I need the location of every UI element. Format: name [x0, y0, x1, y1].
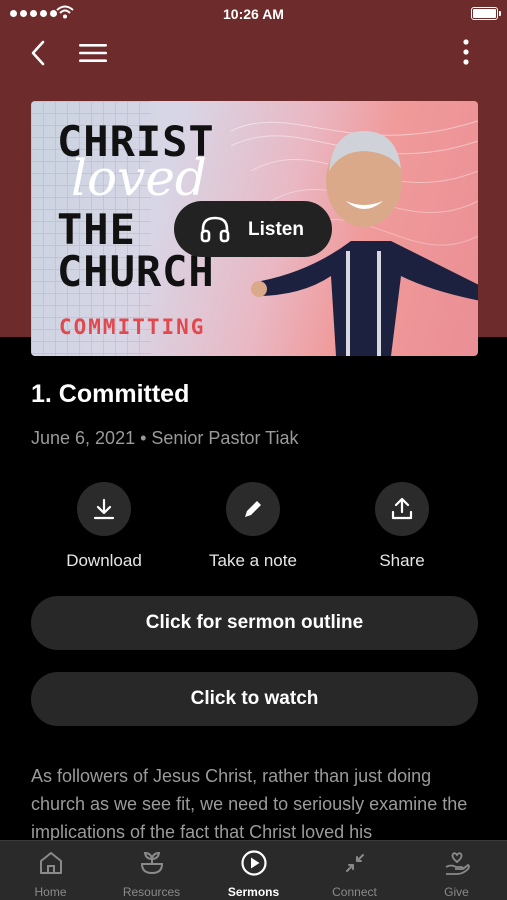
take-note-circle[interactable] [226, 482, 280, 536]
vertical-ellipsis-icon[interactable] [451, 38, 481, 68]
share-label: Share [379, 551, 425, 570]
chevron-left-icon[interactable] [24, 38, 54, 68]
headphones-icon [200, 216, 230, 243]
listen-label: Listen [248, 219, 304, 240]
pencil-icon [245, 501, 261, 517]
sermon-outline-button[interactable]: Click for sermon outline [31, 596, 478, 650]
sermon-description: As followers of Jesus Christ, rather tha… [31, 766, 468, 842]
share-icon [391, 497, 413, 520]
tab-connect[interactable]: Connect [304, 841, 405, 900]
download-label: Download [66, 551, 142, 570]
take-note-label: Take a note [209, 551, 297, 570]
tab-resources-label: Resources [122, 885, 181, 899]
bottom-tab-bar: Home Resources Sermons Connect Give [0, 840, 507, 900]
share-button[interactable]: Share [342, 482, 462, 571]
tab-home-label: Home [34, 885, 67, 899]
hamburger-icon[interactable] [76, 38, 110, 68]
tab-give-label: Give [444, 885, 469, 899]
download-icon [93, 498, 115, 520]
home-icon [40, 852, 62, 874]
cover-series-name: COMMITTING [59, 315, 206, 339]
share-circle[interactable] [375, 482, 429, 536]
arrows-connect-icon [346, 854, 364, 872]
take-note-button[interactable]: Take a note [193, 482, 313, 571]
watch-button[interactable]: Click to watch [31, 672, 478, 726]
download-circle[interactable] [77, 482, 131, 536]
tab-sermons[interactable]: Sermons [203, 841, 304, 900]
tab-connect-label: Connect [332, 885, 377, 899]
tab-resources[interactable]: Resources [101, 841, 202, 900]
top-navigation [0, 30, 507, 76]
sprout-bowl-icon [140, 851, 164, 875]
sermon-meta: June 6, 2021 • Senior Pastor Tiak [31, 428, 299, 448]
hand-heart-icon [445, 852, 470, 875]
tab-give[interactable]: Give [406, 841, 507, 900]
cover-title-loved: loved [71, 149, 207, 207]
tab-home[interactable]: Home [0, 841, 101, 900]
status-time: 10:26 AM [223, 6, 284, 22]
status-bar: 10:26 AM [0, 0, 507, 28]
sermon-title: 1. Committed [31, 380, 190, 408]
tab-sermons-label: Sermons [227, 885, 280, 899]
download-button[interactable]: Download [44, 482, 164, 571]
listen-button[interactable]: Listen [174, 201, 332, 257]
play-circle-icon [241, 850, 267, 876]
battery-icon [471, 7, 501, 20]
